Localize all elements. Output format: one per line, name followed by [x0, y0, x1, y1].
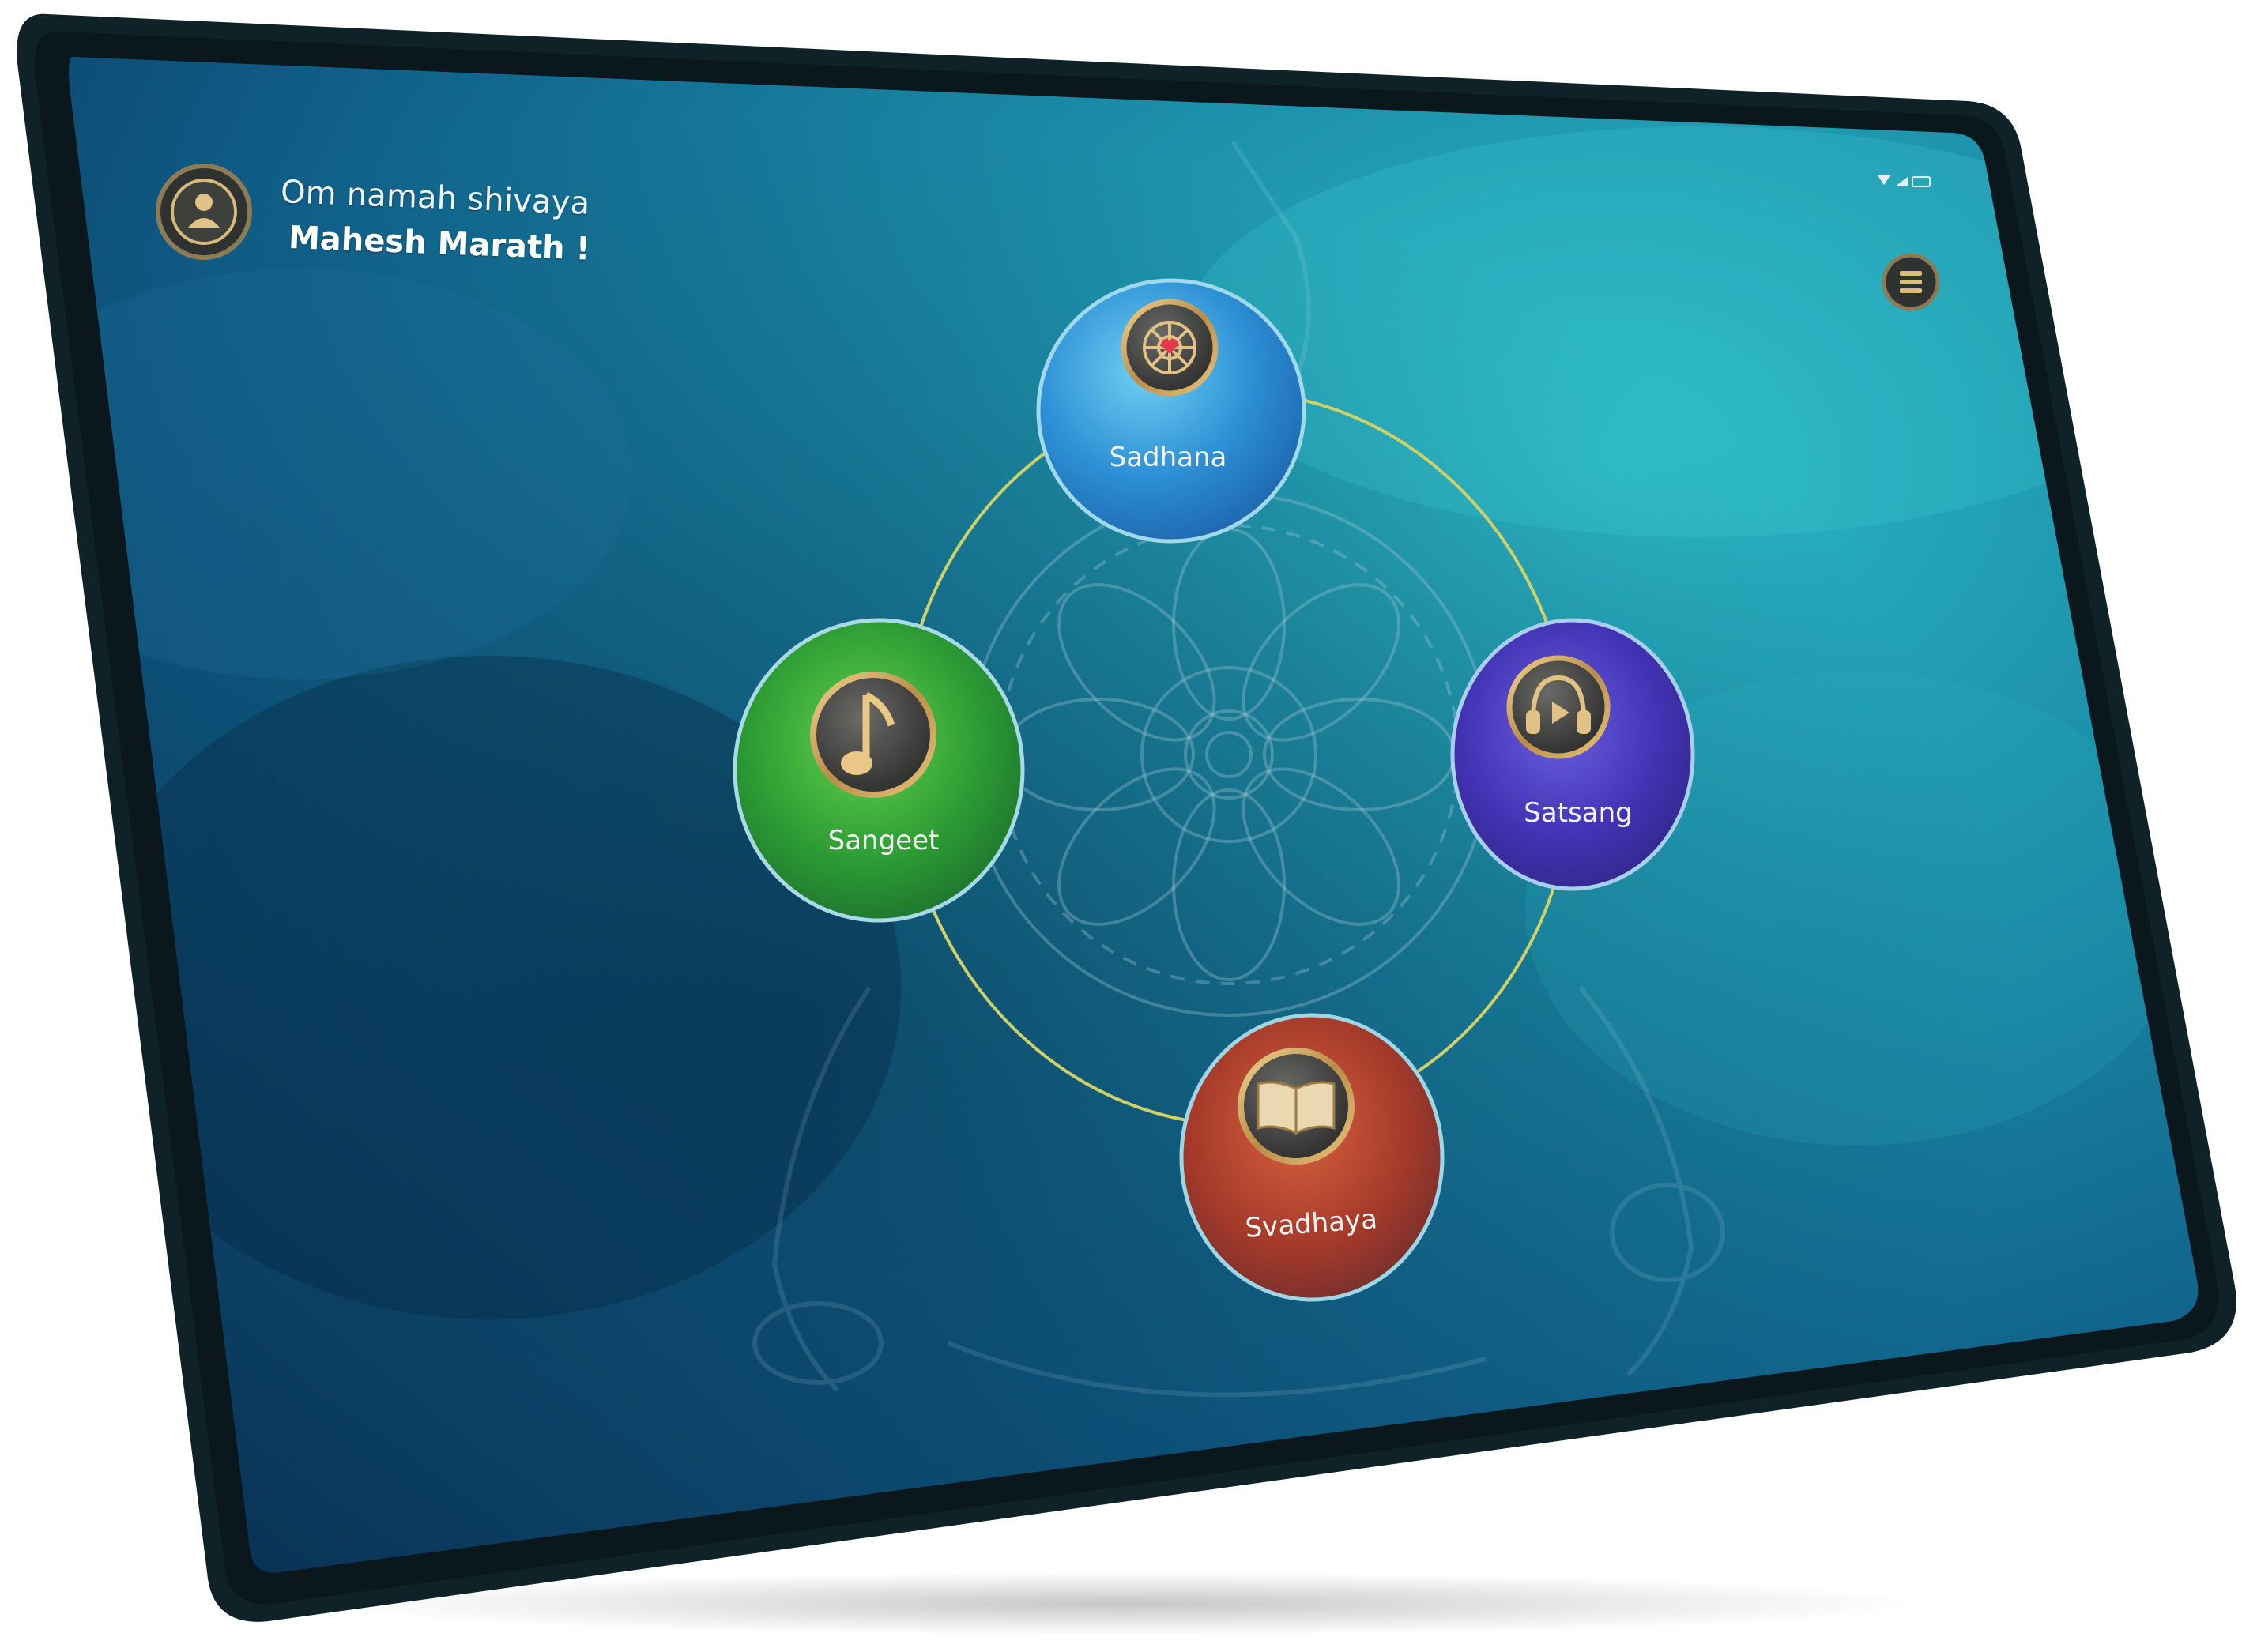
satsang-label: Satsang [1524, 797, 1632, 829]
wheel-node-svadhaya[interactable]: Svadhaya [1179, 1013, 1445, 1302]
sangeet-label: Sangeet [828, 825, 940, 856]
menu-grid-icon [1900, 271, 1922, 293]
product-mockup-stage: Sadhana Sangeet Satsang Svadhaya Om nama… [0, 0, 2242, 1652]
sadhana-label: Sadhana [1110, 442, 1227, 473]
wheel-node-sangeet[interactable]: Sangeet [733, 618, 1025, 923]
sangeet-medallion [810, 672, 936, 798]
avatar-button[interactable] [156, 164, 252, 260]
menu-button[interactable] [1882, 253, 1940, 311]
wheel-node-satsang[interactable]: Satsang [1450, 618, 1695, 891]
wheel-node-sadhana[interactable]: Sadhana [1036, 278, 1306, 544]
open-book-icon [1257, 1081, 1336, 1135]
